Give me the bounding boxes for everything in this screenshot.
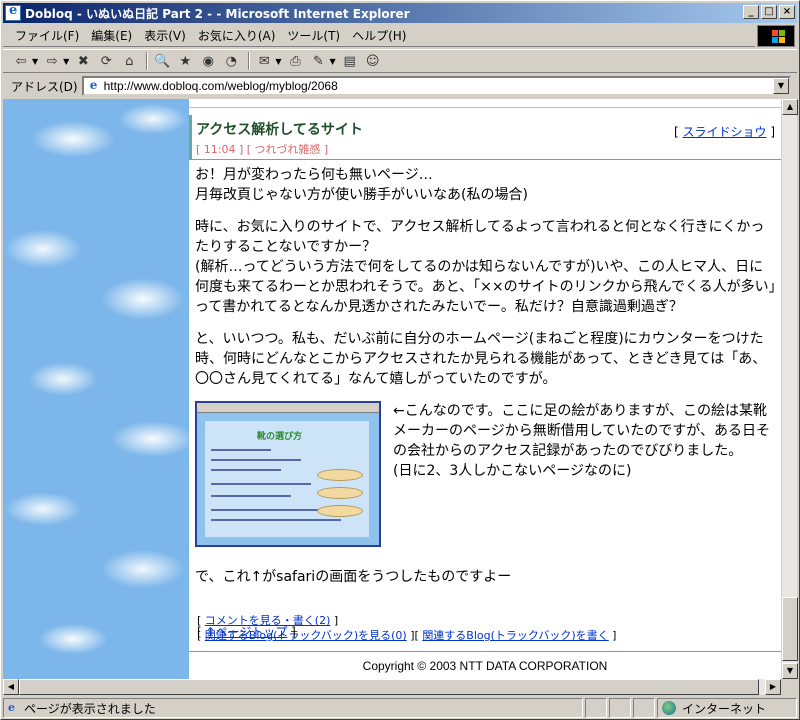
address-dropdown-icon[interactable]: ▼ — [773, 78, 789, 94]
window-title: Dobloq - いぬいぬ日記 Part 2 - - Microsoft Int… — [25, 6, 410, 21]
toolbar: ⇦ ▼ ⇨ ▼ ✖ ⟳ ⌂ 🔍 ★ ◉ ◔ ✉ ▼ ⎙ ✎ ▼ ▤ ☺ — [3, 49, 797, 73]
toolbar-separator — [248, 52, 251, 70]
security-zone: インターネット — [657, 698, 797, 718]
home-icon[interactable]: ⌂ — [119, 52, 139, 70]
status-message-area: e ページが表示されました — [3, 698, 583, 718]
media-icon[interactable]: ◉ — [198, 52, 218, 70]
mail-icon[interactable]: ✉ — [254, 52, 274, 70]
slideshow-link-wrap: [ スライドショウ ] — [673, 125, 775, 139]
mail-dropdown-icon[interactable]: ▼ — [275, 57, 281, 66]
menu-edit[interactable]: 編集(E) — [85, 27, 138, 45]
address-bar: アドレス(D) e http://www.dobloq.com/weblog/m… — [3, 74, 797, 98]
vertical-scrollbar[interactable]: ▲ ▼ — [781, 99, 798, 679]
menu-bar: ファイル(F) 編集(E) 表示(V) お気に入り(A) ツール(T) ヘルプ(… — [3, 25, 755, 47]
toolbar-separator — [146, 52, 149, 70]
scroll-thumb[interactable] — [782, 597, 798, 661]
edit-dropdown-icon[interactable]: ▼ — [329, 57, 335, 66]
divider — [189, 159, 781, 160]
status-cell — [633, 698, 655, 718]
pagetop-link[interactable]: ↑ページトップ — [206, 625, 288, 639]
address-url[interactable]: http://www.dobloq.com/weblog/myblog/2068 — [104, 79, 338, 93]
page-done-icon: e — [8, 701, 15, 714]
hscroll-thumb[interactable] — [19, 679, 759, 695]
address-label: アドレス(D) — [11, 79, 78, 94]
status-cell — [609, 698, 631, 718]
refresh-icon[interactable]: ⟳ — [96, 52, 116, 70]
divider — [189, 107, 781, 108]
page-viewport: アクセス解析してるサイト [ 11:04 ] [ つれづれ雑感 ] [ スライド… — [3, 99, 781, 679]
history-icon[interactable]: ◔ — [221, 52, 241, 70]
entry-body: お！月が変わったら何も無いページ… 月毎改頁じゃない方が使い勝手がいいなあ(私の… — [195, 165, 777, 599]
favorites-icon[interactable]: ★ — [175, 52, 195, 70]
scroll-corner — [781, 679, 797, 695]
screenshot-thumbnail: 靴の選び方 — [195, 401, 381, 547]
menu-tools[interactable]: ツール(T) — [281, 27, 346, 45]
page-icon: e — [89, 78, 98, 92]
paragraph: 時に、お気に入りのサイトで、アクセス解析してるよって言われると何となく行きにくか… — [195, 219, 776, 315]
minimize-button[interactable]: _ — [743, 5, 759, 19]
forward-dropdown-icon[interactable]: ▼ — [63, 57, 69, 66]
copyright: Copyright © 2003 NTT DATA CORPORATION — [362, 659, 608, 673]
browser-window: Dobloq - いぬいぬ日記 Part 2 - - Microsoft Int… — [0, 0, 800, 720]
status-bar: e ページが表示されました インターネット — [3, 697, 797, 719]
title-bar: Dobloq - いぬいぬ日記 Part 2 - - Microsoft Int… — [3, 3, 797, 23]
menu-file[interactable]: ファイル(F) — [9, 27, 85, 45]
maximize-button[interactable]: □ — [761, 5, 777, 19]
menu-favorites[interactable]: お気に入り(A) — [192, 27, 282, 45]
paragraph: と、いいつつ。私も、だいぶ前に自分のホームページ(まねごと程度)にカウンターをつ… — [195, 331, 767, 387]
menu-view[interactable]: 表示(V) — [138, 27, 192, 45]
forward-icon[interactable]: ⇨ — [42, 52, 62, 70]
zone-label: インターネット — [682, 701, 767, 716]
slideshow-link[interactable]: スライドショウ — [682, 125, 766, 139]
search-icon[interactable]: 🔍 — [152, 52, 172, 70]
image-caption: ←こんなのです。ここに足の絵がありますが、この絵は某靴メーカーのページから無断借… — [393, 403, 771, 479]
divider — [189, 651, 781, 652]
paragraph: お！月が変わったら何も無いページ… 月毎改頁じゃない方が使い勝手がいいなあ(私の… — [195, 167, 528, 203]
status-cell — [585, 698, 607, 718]
ie-icon — [5, 3, 21, 21]
scroll-up-icon[interactable]: ▲ — [782, 99, 798, 115]
status-message: ページが表示されました — [24, 701, 156, 716]
stop-icon[interactable]: ✖ — [73, 52, 93, 70]
windows-logo-icon — [757, 25, 795, 47]
menu-help[interactable]: ヘルプ(H) — [346, 27, 412, 45]
pagetop-wrap: [ ↑ページトップ ] — [197, 625, 296, 639]
paragraph: で、これ↑がsafariの画面をうつしたものですよー — [195, 569, 512, 585]
messenger-icon[interactable]: ☺ — [363, 52, 383, 70]
entry-meta: [ 11:04 ] [ つれづれ雑感 ] — [196, 143, 329, 156]
blog-content: アクセス解析してるサイト [ 11:04 ] [ つれづれ雑感 ] [ スライド… — [189, 99, 781, 679]
address-input[interactable]: e http://www.dobloq.com/weblog/myblog/20… — [81, 76, 791, 96]
scroll-left-icon[interactable]: ◀ — [3, 679, 19, 695]
scroll-right-icon[interactable]: ▶ — [765, 679, 781, 695]
edit-icon[interactable]: ✎ — [308, 52, 328, 70]
thumbnail-title: 靴の選び方 — [257, 432, 303, 442]
scroll-down-icon[interactable]: ▼ — [782, 663, 798, 679]
back-dropdown-icon[interactable]: ▼ — [32, 57, 38, 66]
print-icon[interactable]: ⎙ — [285, 52, 305, 70]
globe-icon — [662, 701, 676, 715]
horizontal-scrollbar[interactable]: ◀ ▶ — [3, 679, 781, 695]
back-icon[interactable]: ⇦ — [11, 52, 31, 70]
close-button[interactable]: × — [779, 5, 795, 19]
discuss-icon[interactable]: ▤ — [340, 52, 360, 70]
